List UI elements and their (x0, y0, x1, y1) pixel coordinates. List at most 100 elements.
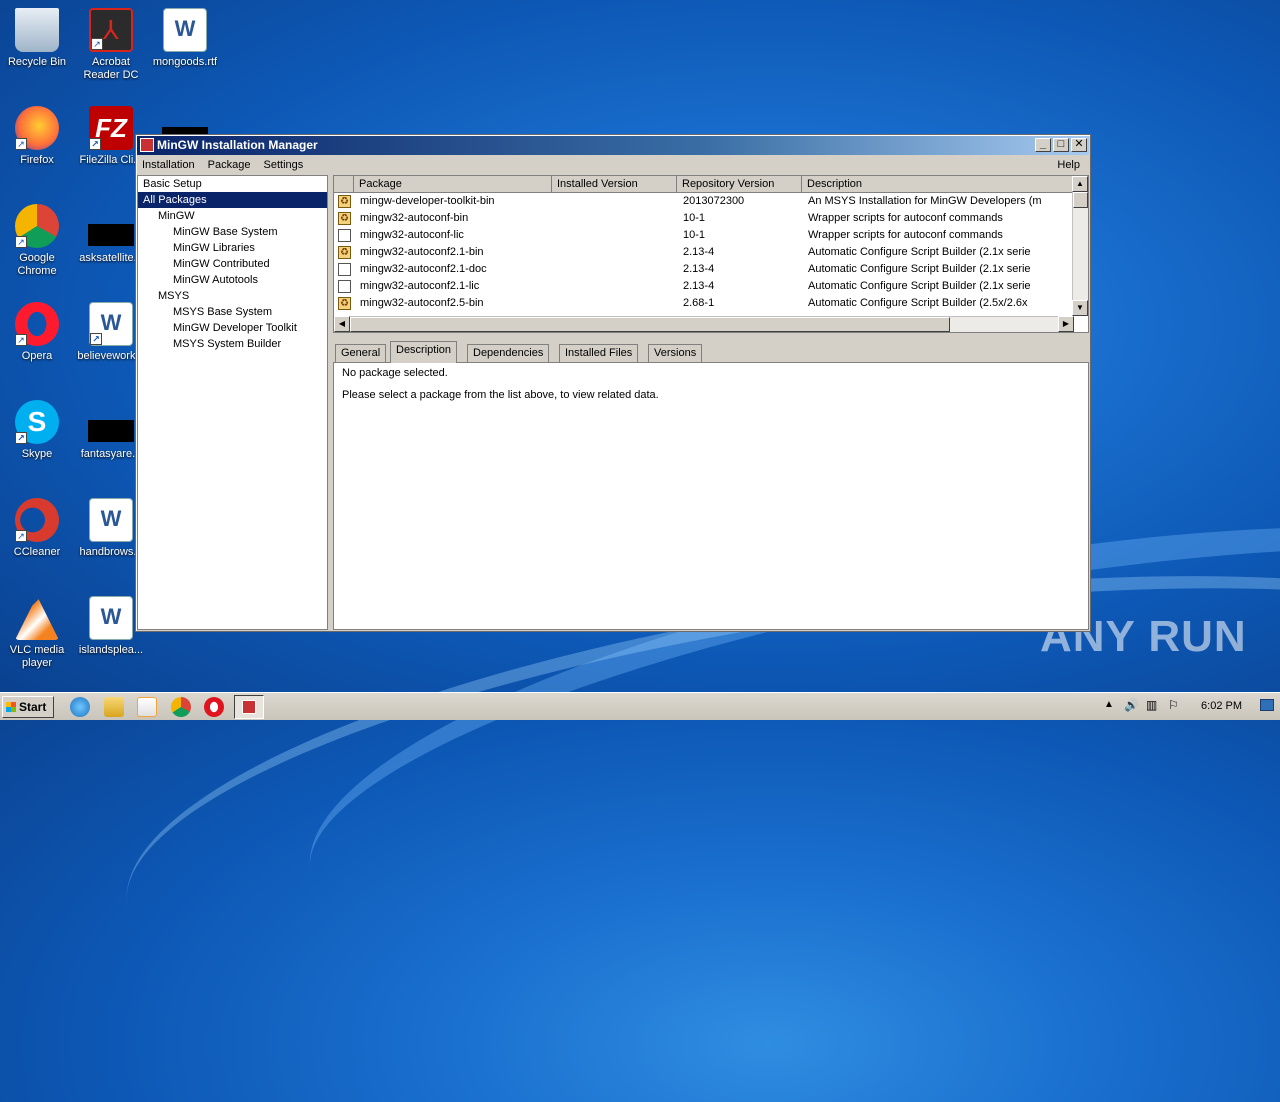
redacted-icon (88, 224, 134, 246)
table-row[interactable]: mingw32-autoconf2.1-doc 2.13-4 Automatic… (334, 261, 1074, 278)
mingw-installation-manager-window[interactable]: MinGW Installation Manager _ □ ✕ Install… (135, 134, 1091, 632)
skype-icon: S ↗ (15, 400, 59, 444)
tab-versions[interactable]: Versions (648, 344, 703, 363)
desktop-icon-opera[interactable]: ↗ Opera (0, 296, 74, 363)
desktop-icon-label: VLC media player (9, 644, 65, 669)
taskbar-item-mingw[interactable] (234, 695, 264, 719)
package-description: Automatic Configure Script Builder (2.1x… (808, 263, 1031, 275)
horizontal-scroll-thumb[interactable] (350, 317, 950, 332)
package-description: Wrapper scripts for autoconf commands (808, 229, 1003, 241)
mingw-app-icon (140, 138, 154, 152)
action-center-flag-icon[interactable]: ⚐ (1168, 698, 1179, 712)
tree-item-mingw-base-system[interactable]: MinGW Base System (138, 224, 327, 240)
opera-icon[interactable] (204, 697, 224, 717)
desktop-icon-label: islandsplea... (78, 644, 144, 656)
package-checkbox[interactable] (338, 263, 351, 276)
desktop-icon-label: Acrobat Reader DC (83, 56, 139, 81)
internet-explorer-icon[interactable] (70, 697, 90, 717)
table-row[interactable]: mingw32-autoconf2.1-bin 2.13-4 Automatic… (334, 244, 1074, 261)
start-button[interactable]: Start (2, 696, 54, 718)
column-header-installed-version[interactable]: Installed Version (552, 176, 677, 193)
category-tree: Basic Setup All Packages MinGW MinGW Bas… (137, 175, 328, 630)
maximize-button[interactable]: □ (1053, 138, 1069, 152)
taskbar: Start ▲ 🔊 ▥ ⚐ 6:02 PM (0, 692, 1280, 720)
menu-package[interactable]: Package (203, 159, 256, 171)
tree-item-msys[interactable]: MSYS (138, 288, 327, 304)
desktop-icon-chrome[interactable]: ↗ Google Chrome (0, 198, 74, 278)
minimize-button[interactable]: _ (1035, 138, 1051, 152)
desktop-icon-recycle-bin[interactable]: Recycle Bin (0, 2, 74, 69)
close-button[interactable]: ✕ (1071, 138, 1087, 152)
package-description: Automatic Configure Script Builder (2.1x… (808, 280, 1031, 292)
package-description: An MSYS Installation for MinGW Developer… (808, 195, 1042, 207)
vertical-scrollbar[interactable]: ▲ ▼ (1072, 176, 1088, 316)
table-row[interactable]: mingw-developer-toolkit-bin 2013072300 A… (334, 193, 1074, 210)
volume-icon[interactable]: 🔊 (1124, 698, 1139, 712)
package-status-install-icon[interactable] (338, 193, 351, 210)
table-row[interactable]: mingw32-autoconf-bin 10-1 Wrapper script… (334, 210, 1074, 227)
repository-version: 2.13-4 (683, 246, 715, 258)
menu-bar: Installation Package Settings Help (137, 156, 1089, 174)
vertical-scroll-thumb[interactable] (1073, 192, 1088, 208)
tree-item-mingw-developer-toolkit[interactable]: MinGW Developer Toolkit (138, 320, 327, 336)
table-row[interactable]: mingw32-autoconf2.1-lic 2.13-4 Automatic… (334, 278, 1074, 295)
tree-item-mingw-autotools[interactable]: MinGW Autotools (138, 272, 327, 288)
firefox-icon: ↗ (15, 106, 59, 150)
tab-general[interactable]: General (335, 344, 387, 363)
word-document-icon: W (89, 596, 133, 640)
title-bar[interactable]: MinGW Installation Manager _ □ ✕ (137, 136, 1089, 155)
repository-version: 2.13-4 (683, 280, 715, 292)
chrome-icon[interactable] (171, 697, 191, 717)
tab-dependencies[interactable]: Dependencies (467, 344, 550, 363)
package-status-install-icon[interactable] (338, 244, 351, 261)
tree-item-mingw-contributed[interactable]: MinGW Contributed (138, 256, 327, 272)
horizontal-scrollbar[interactable]: ◀ ▶ (334, 316, 1074, 332)
clock[interactable]: 6:02 PM (1201, 700, 1242, 712)
tree-item-mingw-libraries[interactable]: MinGW Libraries (138, 240, 327, 256)
package-name: mingw32-autoconf2.1-doc (360, 263, 487, 275)
scroll-down-icon[interactable]: ▼ (1072, 300, 1088, 316)
package-status-install-icon[interactable] (338, 295, 351, 312)
menu-installation[interactable]: Installation (137, 159, 200, 171)
tree-item-all-packages[interactable]: All Packages (138, 192, 327, 208)
desktop-icon-label: CCleaner (13, 546, 61, 558)
table-row[interactable]: mingw32-autoconf-lic 10-1 Wrapper script… (334, 227, 1074, 244)
network-icon[interactable]: ▥ (1146, 698, 1157, 712)
desktop-icon-firefox[interactable]: ↗ Firefox (0, 100, 74, 167)
desktop-icon-label: mongoods.rtf (152, 56, 218, 68)
tree-item-msys-base-system[interactable]: MSYS Base System (138, 304, 327, 320)
table-row[interactable]: mingw32-autoconf2.5-bin 2.68-1 Automatic… (334, 295, 1074, 312)
menu-help[interactable]: Help (1052, 156, 1085, 174)
package-name: mingw32-autoconf2.1-lic (360, 280, 480, 292)
show-desktop-icon[interactable] (1260, 699, 1274, 711)
desktop-icon-mongoods[interactable]: W mongoods.rtf (148, 2, 222, 69)
package-checkbox[interactable] (338, 280, 351, 293)
desktop-icon-acrobat[interactable]: ⅄ ↗ Acrobat Reader DC (74, 2, 148, 82)
desktop-icon-skype[interactable]: S ↗ Skype (0, 394, 74, 461)
tray-expand-icon[interactable]: ▲ (1104, 699, 1114, 710)
tree-item-msys-system-builder[interactable]: MSYS System Builder (138, 336, 327, 352)
tree-item-basic-setup[interactable]: Basic Setup (138, 176, 327, 192)
column-header-repository-version[interactable]: Repository Version (677, 176, 802, 193)
desktop-icon-vlc[interactable]: VLC media player (0, 590, 74, 670)
column-header-description[interactable]: Description (802, 176, 1074, 193)
tree-item-mingw[interactable]: MinGW (138, 208, 327, 224)
word-document-icon: W ↗ (89, 302, 133, 346)
shortcut-arrow-icon: ↗ (91, 38, 103, 50)
scroll-left-icon[interactable]: ◀ (334, 316, 350, 332)
tab-description[interactable]: Description (390, 341, 458, 363)
desktop-icon-ccleaner[interactable]: ↗ CCleaner (0, 492, 74, 559)
package-checkbox[interactable] (338, 229, 351, 242)
package-status-install-icon[interactable] (338, 210, 351, 227)
repository-version: 2.13-4 (683, 263, 715, 275)
scroll-right-icon[interactable]: ▶ (1058, 316, 1074, 332)
file-explorer-icon[interactable] (104, 697, 124, 717)
scroll-up-icon[interactable]: ▲ (1072, 176, 1088, 192)
column-header-status[interactable] (334, 176, 354, 193)
shortcut-arrow-icon: ↗ (15, 236, 27, 248)
column-header-package[interactable]: Package (354, 176, 552, 193)
menu-settings[interactable]: Settings (259, 159, 309, 171)
media-player-icon[interactable] (137, 697, 157, 717)
detail-hint: Please select a package from the list ab… (342, 389, 659, 401)
tab-installed-files[interactable]: Installed Files (559, 344, 639, 363)
